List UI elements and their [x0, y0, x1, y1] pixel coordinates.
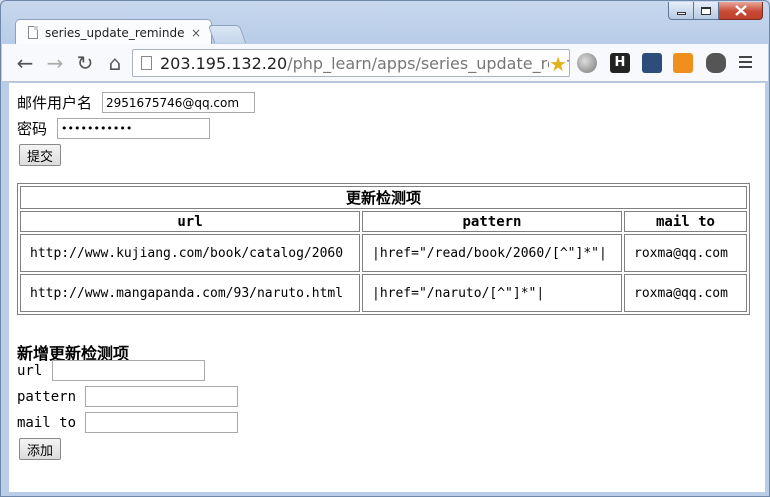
column-header-pattern: pattern: [362, 211, 622, 232]
close-icon: [734, 5, 747, 16]
cell-pattern: |href="/read/book/2060/[^"]*"|: [362, 234, 622, 272]
update-check-table: 更新检测项 url pattern mail to http://www.kuj…: [17, 183, 750, 315]
mail-to-label: mail to: [17, 414, 77, 431]
cell-mail-to: roxma@qq.com: [624, 234, 747, 272]
table-caption: 更新检测项: [20, 186, 747, 209]
cell-url: http://www.kujiang.com/book/catalog/2060: [20, 234, 360, 272]
password-row: 密码: [17, 118, 211, 139]
back-icon[interactable]: ←: [10, 51, 40, 75]
page-content: 邮件用户名 密码 提交 更新检测项 url pattern mail to ht…: [9, 83, 765, 492]
password-input[interactable]: [57, 118, 211, 139]
tab-title: series_update_reminder: [45, 25, 185, 40]
column-header-url: url: [20, 211, 360, 232]
maximize-icon: [701, 6, 711, 15]
address-bar[interactable]: 203.195.132.20/php_learn/apps/series_upd…: [132, 49, 570, 77]
window-controls: [668, 2, 763, 20]
mail-to-input[interactable]: [85, 412, 239, 433]
globe-extension-icon[interactable]: [577, 53, 597, 73]
document-extension-icon[interactable]: [642, 53, 662, 73]
forward-icon[interactable]: →: [40, 51, 70, 75]
minimize-icon: [676, 12, 686, 15]
minimize-button[interactable]: [668, 2, 694, 20]
submit-button[interactable]: 提交: [19, 144, 62, 166]
reload-icon[interactable]: ↻: [70, 51, 100, 75]
add-button[interactable]: 添加: [19, 438, 62, 460]
url-host: 203.195.132.20: [160, 53, 288, 73]
browser-window: series_update_reminder × ← → ↻ ⌂ 203.195…: [0, 0, 770, 497]
maximize-button[interactable]: [694, 2, 719, 20]
bookmark-star-icon[interactable]: ★: [549, 52, 567, 76]
page-icon: [28, 26, 38, 39]
column-header-mail-to: mail to: [624, 211, 747, 232]
url-path: /php_learn/apps/series_update_rem: [287, 53, 570, 73]
table-row: http://www.kujiang.com/book/catalog/2060…: [20, 234, 747, 272]
username-input[interactable]: [102, 92, 256, 113]
home-icon[interactable]: ⌂: [100, 51, 130, 75]
page-info-icon: [141, 56, 152, 70]
evernote-extension-icon[interactable]: [706, 53, 726, 73]
username-label: 邮件用户名: [17, 94, 93, 112]
table-row: http://www.mangapanda.com/93/naruto.html…: [20, 274, 747, 312]
url-label: url: [17, 362, 43, 379]
cell-pattern: |href="/naruto/[^"]*"|: [362, 274, 622, 312]
url-row: url: [17, 360, 206, 381]
mail-to-row: mail to: [17, 412, 239, 433]
username-row: 邮件用户名: [17, 92, 256, 113]
url-input[interactable]: [52, 360, 206, 381]
chrome-menu-icon[interactable]: [739, 56, 752, 71]
tab-close-icon[interactable]: ×: [191, 26, 201, 40]
new-tab-button[interactable]: [207, 25, 247, 43]
browser-toolbar: ← → ↻ ⌂ 203.195.132.20/php_learn/apps/se…: [2, 44, 768, 82]
pattern-row: pattern: [17, 386, 239, 407]
cell-mail-to: roxma@qq.com: [624, 274, 747, 312]
pattern-input[interactable]: [85, 386, 239, 407]
close-window-button[interactable]: [719, 2, 763, 20]
cell-url: http://www.mangapanda.com/93/naruto.html: [20, 274, 360, 312]
browser-tab[interactable]: series_update_reminder ×: [15, 19, 212, 45]
pattern-label: pattern: [17, 388, 77, 405]
rss-extension-icon[interactable]: [673, 53, 693, 73]
h-extension-icon[interactable]: H: [610, 53, 630, 73]
password-label: 密码: [17, 120, 48, 138]
